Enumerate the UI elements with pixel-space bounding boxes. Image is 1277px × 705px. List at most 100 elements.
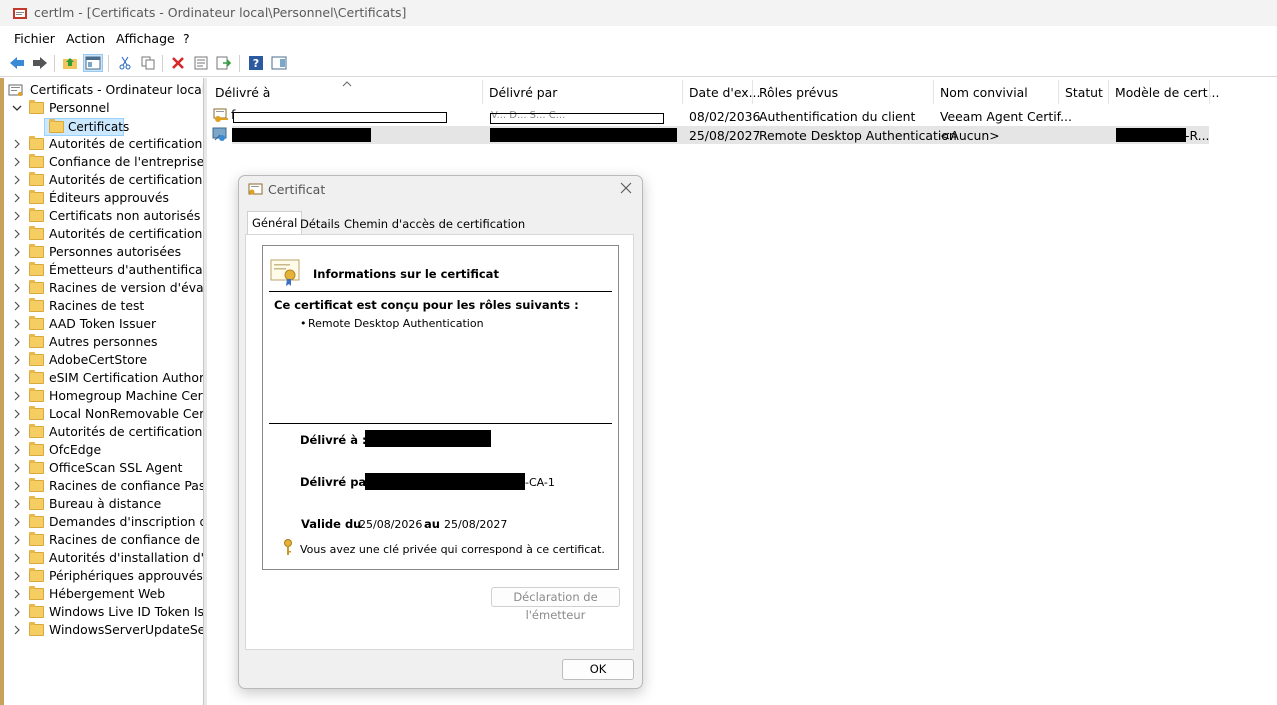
chevron-right-icon[interactable]	[12, 175, 22, 185]
menu-help[interactable]: ?	[183, 31, 190, 46]
certificate-icon	[248, 183, 263, 195]
chevron-right-icon[interactable]	[12, 247, 22, 257]
tree-item-label: Local NonRemovable Certific	[49, 406, 203, 421]
menu-affichage[interactable]: Affichage	[116, 31, 175, 46]
folder-icon	[29, 586, 44, 600]
chevron-right-icon[interactable]	[12, 463, 22, 473]
copy-icon[interactable]	[138, 54, 158, 72]
column-divider[interactable]	[682, 80, 683, 104]
menu-bar: Fichier Action Affichage ?	[0, 28, 1277, 50]
tree-item-label: Personnel	[49, 100, 110, 115]
toolbar-separator	[162, 55, 163, 72]
chevron-right-icon[interactable]	[12, 139, 22, 149]
tree-item-label: AAD Token Issuer	[49, 316, 157, 331]
column-header-roles[interactable]: Rôles prévus	[759, 85, 838, 100]
folder-icon	[29, 514, 44, 528]
chevron-right-icon[interactable]	[12, 283, 22, 293]
column-header-status[interactable]: Statut	[1065, 85, 1103, 100]
column-divider[interactable]	[1209, 80, 1210, 104]
tab-certification-path[interactable]: Chemin d'accès de certification	[340, 214, 529, 234]
column-divider[interactable]	[1058, 80, 1059, 104]
chevron-right-icon[interactable]	[12, 319, 22, 329]
cut-icon[interactable]	[115, 54, 135, 72]
folder-icon	[29, 226, 44, 240]
valid-to-date: 25/08/2027	[444, 518, 508, 531]
back-arrow-icon[interactable]	[7, 54, 27, 72]
chevron-right-icon[interactable]	[12, 355, 22, 365]
export-list-icon[interactable]	[214, 54, 234, 72]
tree-item-label: Périphériques approuvés	[49, 568, 203, 583]
redaction-box	[365, 430, 491, 447]
chevron-right-icon[interactable]	[12, 445, 22, 455]
folder-icon	[29, 208, 44, 222]
show-hide-tree-icon[interactable]	[83, 54, 103, 72]
help-icon[interactable]: ?	[246, 54, 266, 72]
folder-icon	[29, 136, 44, 150]
chevron-right-icon[interactable]	[12, 499, 22, 509]
redaction-box	[490, 113, 664, 124]
folder-icon	[29, 388, 44, 402]
chevron-right-icon[interactable]	[12, 409, 22, 419]
column-header-issued-by[interactable]: Délivré par	[489, 85, 557, 100]
chevron-right-icon[interactable]	[12, 427, 22, 437]
chevron-right-icon[interactable]	[12, 589, 22, 599]
folder-icon	[29, 370, 44, 384]
toolbar: ?	[0, 51, 1277, 77]
folder-icon	[29, 496, 44, 510]
delete-icon[interactable]	[168, 54, 188, 72]
folder-icon	[29, 316, 44, 330]
tab-general[interactable]: Général	[247, 211, 303, 235]
column-header-expiry[interactable]: Date d'ex...	[689, 85, 760, 100]
chevron-right-icon[interactable]	[12, 517, 22, 527]
chevron-right-icon[interactable]	[12, 229, 22, 239]
chevron-right-icon[interactable]	[12, 193, 22, 203]
column-divider[interactable]	[1108, 80, 1109, 104]
tree-item-label: Hébergement Web	[49, 586, 166, 601]
menu-action[interactable]: Action	[66, 31, 105, 46]
issued-by-label: Délivré par	[300, 475, 372, 489]
column-divider[interactable]	[933, 80, 934, 104]
tree-item-certificats[interactable]: Certificats	[44, 118, 129, 136]
chevron-right-icon[interactable]	[12, 553, 22, 563]
folder-icon	[29, 334, 44, 348]
column-divider[interactable]	[482, 80, 483, 104]
chevron-right-icon[interactable]	[12, 391, 22, 401]
role-item: Remote Desktop Authentication	[308, 317, 484, 330]
column-header-template[interactable]: Modèle de cert...	[1115, 85, 1219, 100]
cell-friendly-name: <Aucun>	[940, 128, 1000, 143]
chevron-right-icon[interactable]	[12, 625, 22, 635]
certificate-app-icon	[13, 8, 27, 19]
dialog-title: Certificat	[268, 182, 326, 197]
toolbar-separator	[239, 55, 240, 72]
ok-button[interactable]: OK	[562, 659, 634, 680]
chevron-right-icon[interactable]	[12, 157, 22, 167]
issuer-statement-button[interactable]: Déclaration de l'émetteur	[491, 587, 620, 622]
column-header-friendly-name[interactable]: Nom convivial	[940, 85, 1028, 100]
column-header-issued-to[interactable]: Délivré à	[215, 85, 270, 100]
chevron-right-icon[interactable]	[12, 301, 22, 311]
chevron-right-icon[interactable]	[12, 211, 22, 221]
chevron-right-icon[interactable]	[12, 535, 22, 545]
chevron-down-icon[interactable]	[12, 103, 22, 113]
chevron-right-icon[interactable]	[12, 337, 22, 347]
forward-arrow-icon[interactable]	[30, 54, 50, 72]
tree-root-label: Certificats - Ordinateur local	[30, 82, 203, 97]
chevron-right-icon[interactable]	[12, 373, 22, 383]
chevron-right-icon[interactable]	[12, 481, 22, 491]
table-row[interactable]: 25/08/2027 Remote Desktop Authentication…	[211, 126, 1211, 144]
folder-icon	[29, 154, 44, 168]
redaction-box	[233, 112, 447, 123]
properties-icon[interactable]	[191, 54, 211, 72]
column-divider[interactable]	[752, 80, 753, 104]
folder-icon	[29, 172, 44, 186]
menu-fichier[interactable]: Fichier	[14, 31, 55, 46]
up-folder-icon[interactable]	[60, 54, 80, 72]
chevron-right-icon[interactable]	[12, 571, 22, 581]
cell-friendly-name: Veeam Agent Certif...	[940, 109, 1072, 124]
close-icon[interactable]	[619, 181, 633, 195]
chevron-right-icon[interactable]	[12, 607, 22, 617]
table-row[interactable]: f V... D... S... C... 08/02/2036 Authent…	[211, 106, 1211, 124]
action-pane-icon[interactable]	[269, 54, 289, 72]
chevron-right-icon[interactable]	[12, 265, 22, 275]
tab-details[interactable]: Détails	[296, 214, 344, 234]
